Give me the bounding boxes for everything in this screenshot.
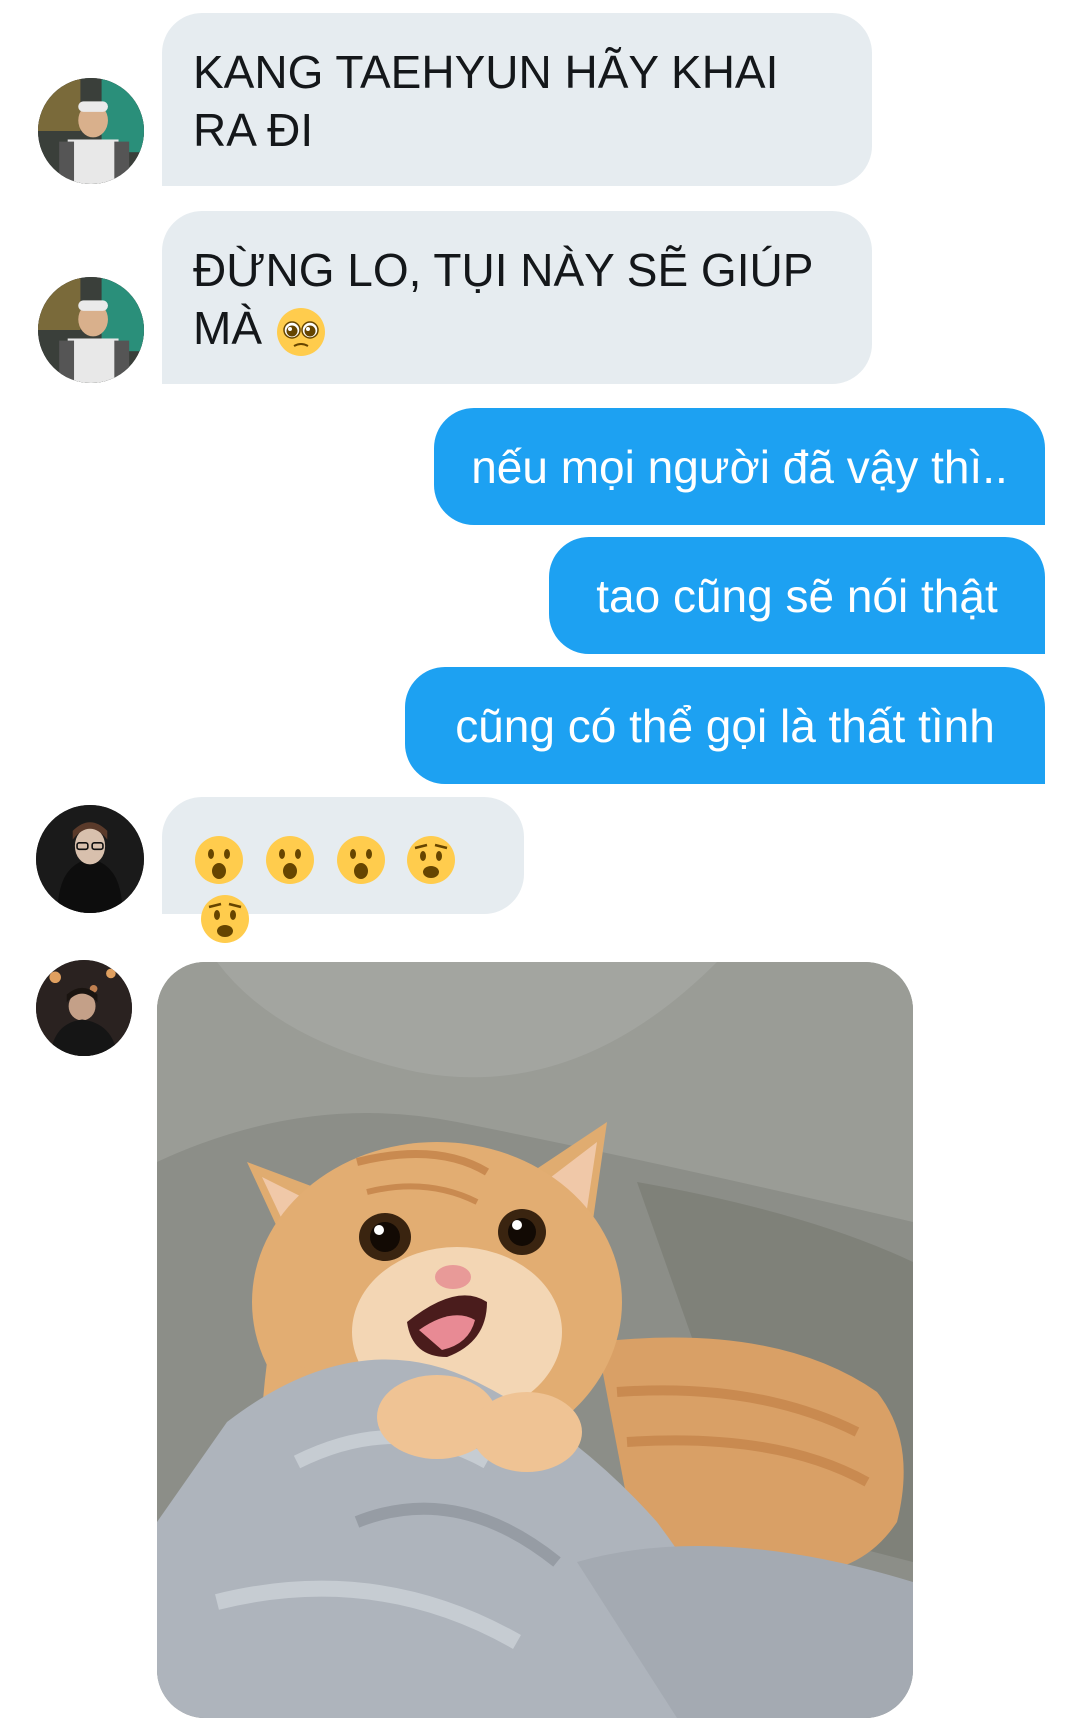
message-text: tao cũng sẽ nói thật [596, 569, 998, 622]
pleading-face-emoji [275, 306, 327, 358]
incoming-message-bubble[interactable]: KANG TAEHYUN HÃY KHAI RA ĐI [162, 13, 872, 186]
outgoing-message-bubble[interactable]: tao cũng sẽ nói thật [549, 537, 1045, 654]
sender-avatar[interactable] [36, 960, 132, 1056]
avatar-photo [38, 277, 144, 383]
hushed-face-emoji [335, 834, 387, 886]
surprised-cat-image [157, 962, 913, 1718]
hushed-face-emoji [264, 834, 316, 886]
avatar-photo [38, 78, 144, 184]
outgoing-message-bubble[interactable]: nếu mọi người đã vậy thì.. [434, 408, 1045, 525]
message-text: nếu mọi người đã vậy thì.. [471, 440, 1008, 493]
cat-gif-media[interactable] [157, 962, 913, 1718]
incoming-message-bubble[interactable] [162, 797, 524, 943]
incoming-message-bubble[interactable]: ĐỪNG LO, TỤI NÀY SẼ GIÚP MÀ [162, 211, 872, 384]
sender-avatar[interactable] [36, 805, 144, 913]
sender-avatar[interactable] [38, 78, 144, 184]
avatar-photo [36, 805, 144, 913]
worried-face-emoji [405, 834, 457, 886]
hushed-face-emoji [193, 834, 245, 886]
sender-avatar[interactable] [38, 277, 144, 383]
message-text: cũng có thể gọi là thất tình [455, 699, 995, 752]
outgoing-message-bubble[interactable]: cũng có thể gọi là thất tình [405, 667, 1045, 784]
avatar-photo [36, 960, 132, 1056]
message-text: KANG TAEHYUN HÃY KHAI RA ĐI [193, 46, 779, 156]
worried-face-emoji [199, 893, 251, 945]
